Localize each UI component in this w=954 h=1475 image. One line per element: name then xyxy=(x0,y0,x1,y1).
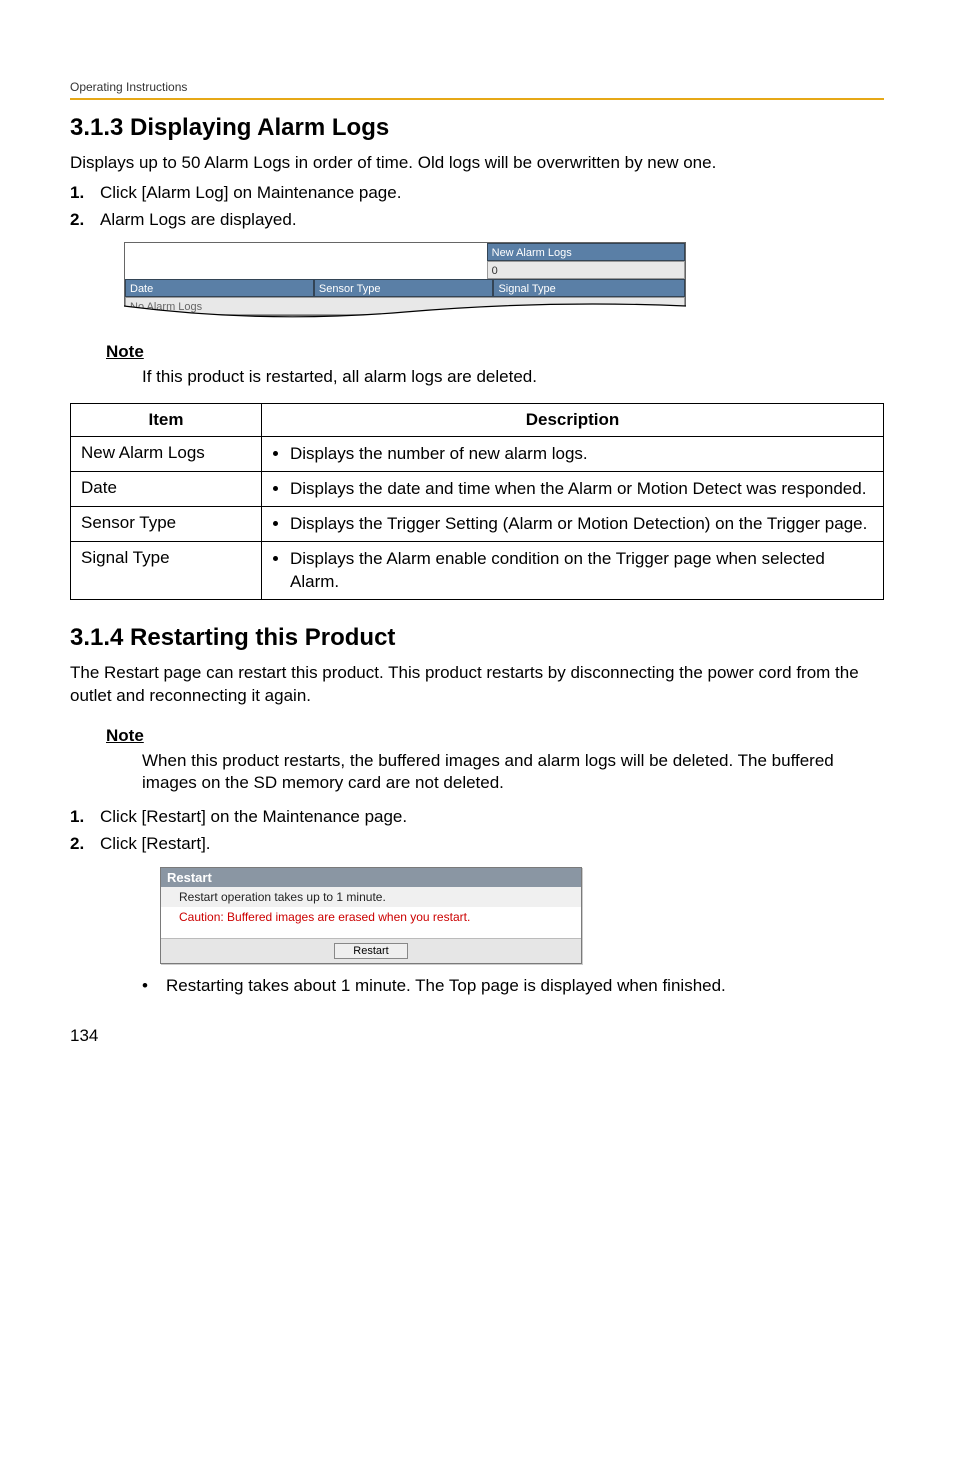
step-text: Alarm Logs are displayed. xyxy=(100,208,297,233)
note-body-314: When this product restarts, the buffered… xyxy=(142,750,884,796)
table-cell-desc: Displays the number of new alarm logs. xyxy=(262,437,884,472)
note-heading-313: Note xyxy=(106,342,884,362)
step-number: 2. xyxy=(70,208,100,233)
section-314-title: 3.1.4 Restarting this Product xyxy=(70,624,884,652)
bullet-text: Restarting takes about 1 minute. The Top… xyxy=(166,976,726,996)
table-row: New Alarm Logs Displays the number of ne… xyxy=(71,437,884,472)
bullet-dot: • xyxy=(142,976,166,996)
running-header: Operating Instructions xyxy=(70,80,884,100)
table-row: Sensor Type Displays the Trigger Setting… xyxy=(71,507,884,542)
section-313-steps: 1.Click [Alarm Log] on Maintenance page.… xyxy=(70,181,884,232)
torn-edge-decoration xyxy=(124,316,686,324)
table-cell-item: Sensor Type xyxy=(71,507,262,542)
section-314-intro: The Restart page can restart this produc… xyxy=(70,662,884,708)
list-item: 2.Alarm Logs are displayed. xyxy=(70,208,884,233)
table-desc-text: Displays the Alarm enable condition on t… xyxy=(290,548,873,592)
new-alarm-logs-header: New Alarm Logs xyxy=(487,243,685,261)
restart-dialog-title: Restart xyxy=(161,868,581,887)
page-number: 134 xyxy=(70,1026,884,1046)
table-cell-item: Date xyxy=(71,472,262,507)
list-item: 2.Click [Restart]. xyxy=(70,832,884,857)
restart-dialog-button-row: Restart xyxy=(161,938,581,963)
restart-dialog-screenshot: Restart Restart operation takes up to 1 … xyxy=(160,867,582,964)
section-313-title: 3.1.3 Displaying Alarm Logs xyxy=(70,114,884,142)
table-cell-item: Signal Type xyxy=(71,542,262,599)
table-cell-desc: Displays the Alarm enable condition on t… xyxy=(262,542,884,599)
table-row: Signal Type Displays the Alarm enable co… xyxy=(71,542,884,599)
note-body-313: If this product is restarted, all alarm … xyxy=(142,366,884,389)
step-text: Click [Restart] on the Maintenance page. xyxy=(100,805,407,830)
table-header-item: Item xyxy=(71,404,262,437)
after-restart-bullet: • Restarting takes about 1 minute. The T… xyxy=(142,976,884,996)
step-number: 1. xyxy=(70,181,100,206)
alarm-log-definition-table: Item Description New Alarm Logs Displays… xyxy=(70,403,884,599)
section-313-intro: Displays up to 50 Alarm Logs in order of… xyxy=(70,152,884,175)
date-header: Date xyxy=(125,279,314,297)
step-text: Click [Restart]. xyxy=(100,832,211,857)
table-header-description: Description xyxy=(262,404,884,437)
table-desc-text: Displays the Trigger Setting (Alarm or M… xyxy=(290,513,873,535)
step-number: 1. xyxy=(70,805,100,830)
step-text: Click [Alarm Log] on Maintenance page. xyxy=(100,181,401,206)
sensor-type-header: Sensor Type xyxy=(314,279,494,297)
table-header-row: Item Description xyxy=(71,404,884,437)
table-desc-text: Displays the date and time when the Alar… xyxy=(290,478,873,500)
table-cell-item: New Alarm Logs xyxy=(71,437,262,472)
restart-dialog-caution: Caution: Buffered images are erased when… xyxy=(161,907,581,938)
table-row: Date Displays the date and time when the… xyxy=(71,472,884,507)
table-cell-desc: Displays the Trigger Setting (Alarm or M… xyxy=(262,507,884,542)
restart-dialog-message: Restart operation takes up to 1 minute. xyxy=(161,887,581,907)
section-314-steps: 1.Click [Restart] on the Maintenance pag… xyxy=(70,805,884,856)
signal-type-header: Signal Type xyxy=(493,279,685,297)
step-number: 2. xyxy=(70,832,100,857)
table-cell-desc: Displays the date and time when the Alar… xyxy=(262,472,884,507)
note-heading-314: Note xyxy=(106,726,884,746)
new-alarm-logs-value: 0 xyxy=(487,261,685,279)
restart-button[interactable]: Restart xyxy=(334,943,407,959)
list-item: 1.Click [Restart] on the Maintenance pag… xyxy=(70,805,884,830)
list-item: 1.Click [Alarm Log] on Maintenance page. xyxy=(70,181,884,206)
table-desc-text: Displays the number of new alarm logs. xyxy=(290,443,873,465)
